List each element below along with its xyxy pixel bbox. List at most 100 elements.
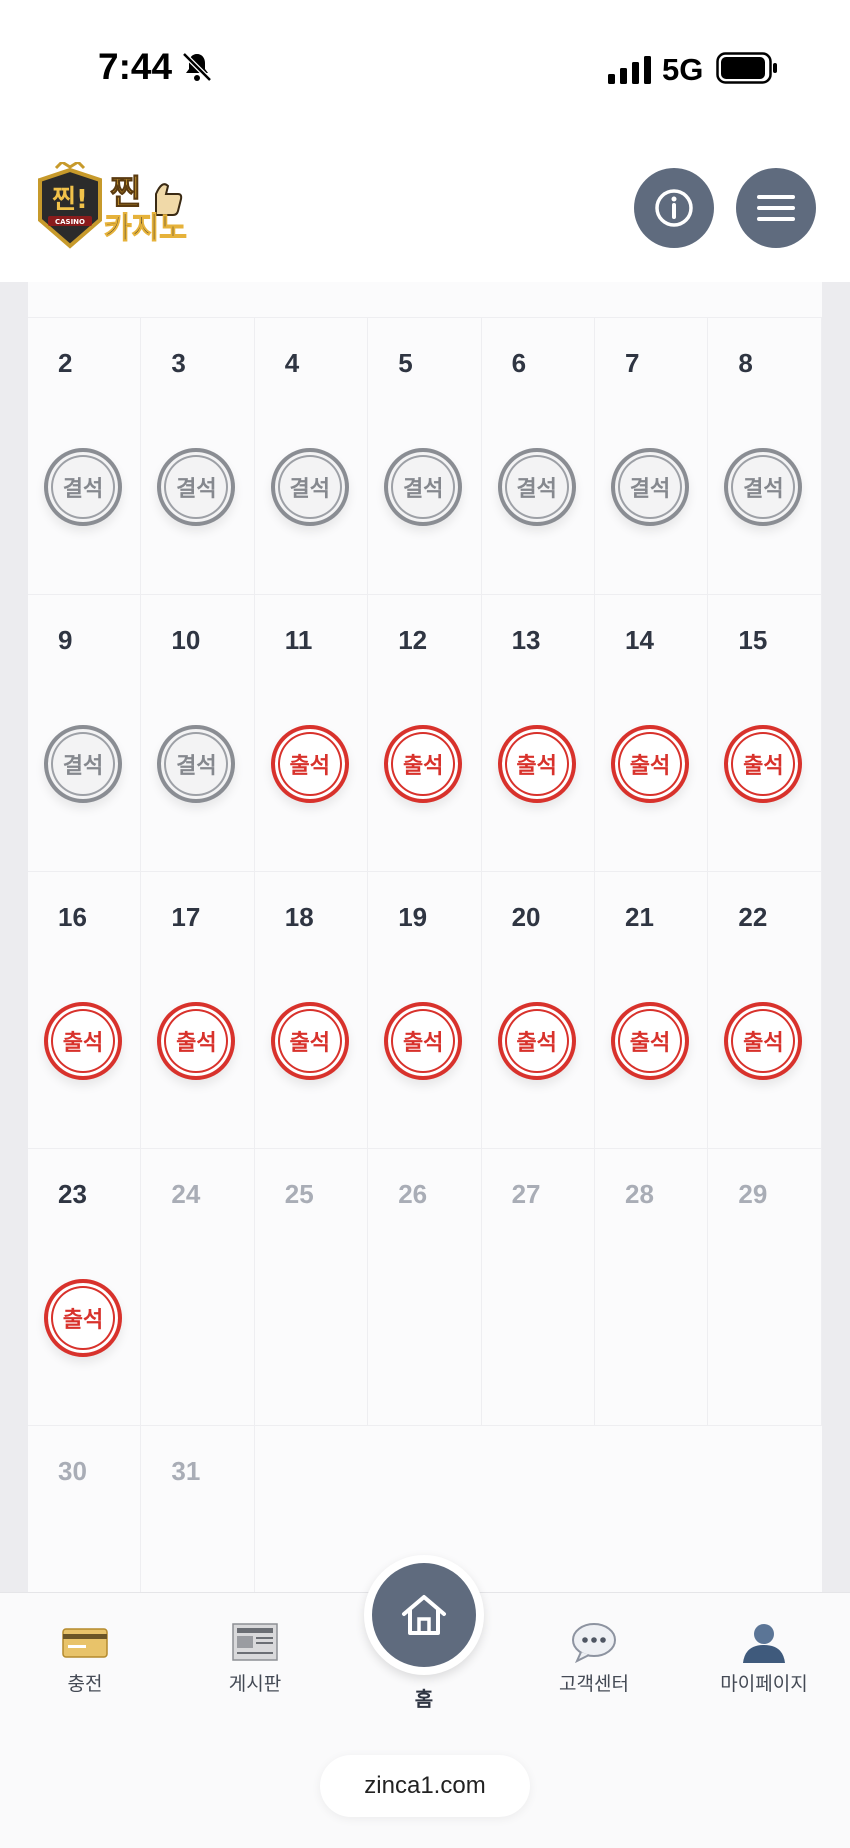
calendar-day-number: 8 [738,348,753,378]
calendar-day-cell[interactable]: 9 결석 [28,595,142,872]
absent-stamp: 결석 [157,448,236,526]
network-label: 5G [662,52,704,87]
calendar-day-number: 22 [738,902,768,932]
calendar-day-number: 9 [58,625,73,655]
calendar-day-cell[interactable]: 13 출석 [481,595,595,872]
calendar-day-cell[interactable]: 22 출석 [708,872,822,1149]
calendar-day-number: 17 [171,902,201,932]
nav-label-board: 게시판 [228,1674,282,1695]
calendar-day-cell[interactable]: 7 결석 [595,318,709,595]
nav-label-home: 홈 [414,1689,434,1711]
calendar-day-cell[interactable]: 17 출석 [141,872,255,1149]
calendar-day-cell[interactable]: 18 출석 [254,872,369,1149]
attendance-stamp: 출석 [611,1002,689,1080]
calendar-day-number: 7 [625,348,640,378]
bell-off-icon [182,52,212,82]
attendance-stamp: 출석 [270,725,349,803]
calendar-day-cell[interactable]: 11 출석 [254,595,369,872]
calendar-day-number: 26 [398,1179,428,1209]
calendar-day-cell[interactable]: 4 결석 [254,318,369,595]
calendar-day-number: 6 [511,348,527,378]
calendar-day-number: 25 [284,1179,314,1209]
calendar-day-number: 21 [625,902,654,932]
calendar-day-number: 15 [738,625,768,655]
battery-icon [716,52,777,84]
calendar-day-cell[interactable]: 21 출석 [595,872,709,1149]
calendar-day-number: 10 [171,625,201,655]
nav-item-customer-center[interactable]: 고객센터 [519,1621,669,1696]
nav-label-customer-center: 고객센터 [559,1674,629,1695]
info-icon [655,189,693,227]
absent-stamp: 결석 [157,725,236,803]
calendar-day-cell[interactable]: 19 출석 [368,872,482,1149]
casino-logo[interactable]: 찐! CASINO 찐 카지노 [34,162,210,252]
calendar-day-number: 24 [171,1179,201,1209]
nav-label-my-page: 마이페이지 [720,1674,808,1695]
calendar-previous-week-edge [28,282,822,318]
calendar-day-number: 2 [58,348,73,378]
status-bar: 7:44 5G [0,0,850,140]
calendar-day-cell[interactable]: 27 [481,1149,595,1426]
logo-main-text-2: 카지노 [104,211,187,246]
status-time: 7:44 [98,46,173,87]
calendar-day-cell[interactable]: 15 출석 [708,595,822,872]
calendar-day-cell[interactable]: 24 [141,1149,255,1426]
menu-icon [757,195,795,221]
logo-badge-text: CASINO [55,218,85,226]
calendar-day-cell[interactable]: 6 결석 [481,318,595,595]
calendar-day-cell[interactable]: 31 [141,1426,255,1592]
calendar-day-number: 3 [171,348,186,378]
bottom-nav: 충전 게시판 홈 고객센터 마이페이지 zinca1.com [0,1555,850,1848]
calendar-day-cell[interactable]: 30 [28,1426,142,1592]
calendar-day-cell[interactable]: 29 [708,1149,822,1426]
nav-label-charge: 충전 [67,1674,103,1695]
calendar-day-cell[interactable]: 14 출석 [595,595,709,872]
calendar-day-number: 20 [511,902,541,932]
attendance-stamp: 출석 [384,725,463,803]
chat-bubble-icon [572,1623,616,1663]
logo-main-text-1: 찐 [110,173,141,213]
attendance-stamp: 출석 [497,725,576,803]
calendar-day-cell[interactable]: 25 [254,1149,369,1426]
attendance-stamp: 출석 [611,725,689,803]
absent-stamp: 결석 [384,448,463,526]
calendar-grid: 2 결석 3 결석 4 결석 5 결석 6 결석 7 결석 8 결석 9 결석 10 결석 11 출석 12 출석 13 출석… [28,282,822,1592]
browser-url-bar[interactable]: zinca1.com [320,1755,530,1817]
calendar-day-cell[interactable]: 5 결석 [368,318,482,595]
signal-icon [608,56,651,84]
calendar-day-cell[interactable]: 20 출석 [481,872,595,1149]
nav-item-charge[interactable]: 충전 [10,1621,160,1696]
calendar-day-cell[interactable]: 2 결석 [28,318,142,595]
calendar-day-number: 11 [284,625,313,655]
logo-mark-text: 찐! [52,185,88,215]
info-button[interactable] [634,168,714,248]
menu-button[interactable] [736,168,816,248]
calendar-day-cell[interactable]: 10 결석 [141,595,255,872]
calendar-day-number: 31 [171,1456,201,1486]
calendar-day-cell[interactable]: 12 출석 [368,595,482,872]
absent-stamp: 결석 [270,448,349,526]
calendar-day-cell[interactable]: 26 [368,1149,482,1426]
app-header: 찐! CASINO 찐 카지노 [0,140,850,282]
home-icon [402,1595,446,1635]
absent-stamp: 결석 [611,448,689,526]
nav-item-my-page[interactable]: 마이페이지 [689,1621,839,1696]
calendar-day-number: 5 [398,348,413,378]
calendar-day-cell[interactable]: 23 출석 [28,1149,142,1426]
calendar-day-number: 16 [58,902,87,932]
calendar-day-cell[interactable]: 8 결석 [708,318,822,595]
attendance-stamp: 출석 [497,1002,576,1080]
attendance-stamp: 출석 [270,1002,349,1080]
calendar-day-number: 14 [625,625,654,655]
absent-stamp: 결석 [44,725,122,803]
home-button[interactable] [364,1555,484,1675]
attendance-stamp: 출석 [724,725,803,803]
home-button-inner [372,1563,476,1667]
calendar-day-cell[interactable]: 3 결석 [141,318,255,595]
calendar-day-cell[interactable]: 16 출석 [28,872,142,1149]
newspaper-icon [232,1623,278,1661]
calendar-day-number: 13 [511,625,541,655]
nav-item-board[interactable]: 게시판 [180,1621,330,1696]
calendar-day-cell[interactable]: 28 [595,1149,709,1426]
calendar-day-number: 18 [284,902,314,932]
